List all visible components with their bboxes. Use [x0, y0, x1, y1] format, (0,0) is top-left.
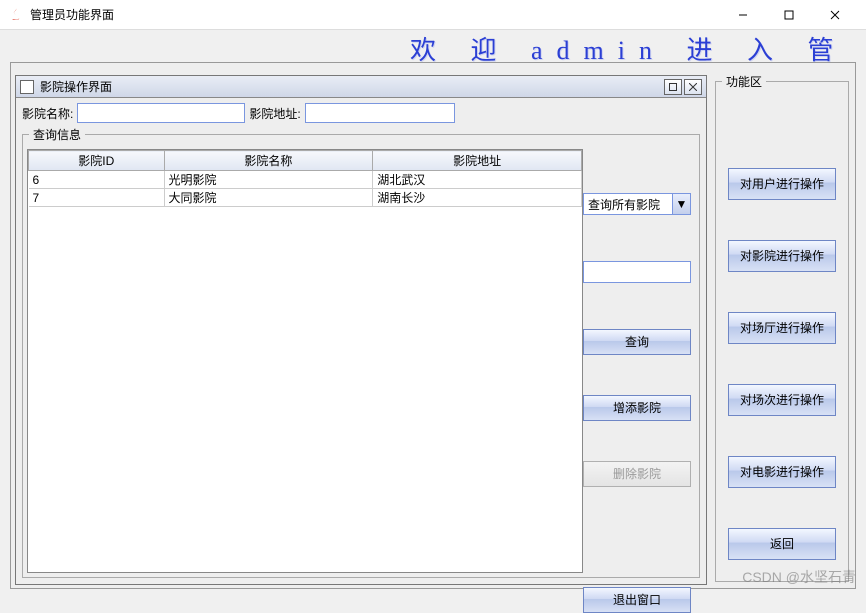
cinema-name-input[interactable]: [77, 103, 245, 123]
java-icon: [8, 7, 24, 23]
query-legend: 查询信息: [29, 126, 85, 143]
window-title: 管理员功能界面: [30, 6, 720, 23]
chevron-down-icon[interactable]: ▼: [673, 193, 691, 215]
col-id[interactable]: 影院ID: [29, 151, 165, 171]
window-titlebar: 管理员功能界面: [0, 0, 866, 30]
hall-ops-button[interactable]: 对场厅进行操作: [728, 312, 836, 344]
query-button[interactable]: 查询: [583, 329, 691, 355]
back-button[interactable]: 返回: [728, 528, 836, 560]
watermark: CSDN @水坚石青: [742, 567, 856, 587]
function-legend: 功能区: [722, 73, 766, 90]
col-name[interactable]: 影院名称: [164, 151, 373, 171]
welcome-banner: 欢 迎 admin 进 入 管 理 员: [0, 30, 866, 62]
combo-selected: 查询所有影院: [583, 193, 673, 215]
add-cinema-button[interactable]: 增添影院: [583, 395, 691, 421]
cinema-addr-input[interactable]: [305, 103, 455, 123]
user-ops-button[interactable]: 对用户进行操作: [728, 168, 836, 200]
table-row[interactable]: 6 光明影院 湖北武汉: [29, 171, 582, 189]
desktop-pane: 影院操作界面 影院名称: 影院地址: 查询信息 影院ID 影院名称 影院地址: [10, 62, 856, 589]
function-panel: 功能区 对用户进行操作 对影院进行操作 对场厅进行操作 对场次进行操作 对电影进…: [715, 73, 849, 582]
internal-frame-title: 影院操作界面: [40, 78, 662, 95]
cinema-table[interactable]: 影院ID 影院名称 影院地址 6 光明影院 湖北武汉 7: [27, 149, 583, 573]
movie-ops-button[interactable]: 对电影进行操作: [728, 456, 836, 488]
exit-window-button[interactable]: 退出窗口: [583, 587, 691, 613]
maximize-button[interactable]: [766, 0, 812, 30]
frame-icon: [20, 80, 34, 94]
frame-maximize-button[interactable]: [664, 79, 682, 95]
col-addr[interactable]: 影院地址: [373, 151, 582, 171]
cinema-internal-frame: 影院操作界面 影院名称: 影院地址: 查询信息 影院ID 影院名称 影院地址: [15, 75, 707, 585]
internal-frame-titlebar[interactable]: 影院操作界面: [16, 76, 706, 98]
cinema-ops-button[interactable]: 对影院进行操作: [728, 240, 836, 272]
close-button[interactable]: [812, 0, 858, 30]
query-text-input[interactable]: [583, 261, 691, 283]
minimize-button[interactable]: [720, 0, 766, 30]
frame-close-button[interactable]: [684, 79, 702, 95]
cinema-name-label: 影院名称:: [22, 105, 73, 122]
session-ops-button[interactable]: 对场次进行操作: [728, 384, 836, 416]
cinema-addr-label: 影院地址:: [249, 105, 300, 122]
table-row[interactable]: 7 大同影院 湖南长沙: [29, 189, 582, 207]
delete-cinema-button: 删除影院: [583, 461, 691, 487]
query-mode-combo[interactable]: 查询所有影院 ▼: [583, 193, 691, 215]
